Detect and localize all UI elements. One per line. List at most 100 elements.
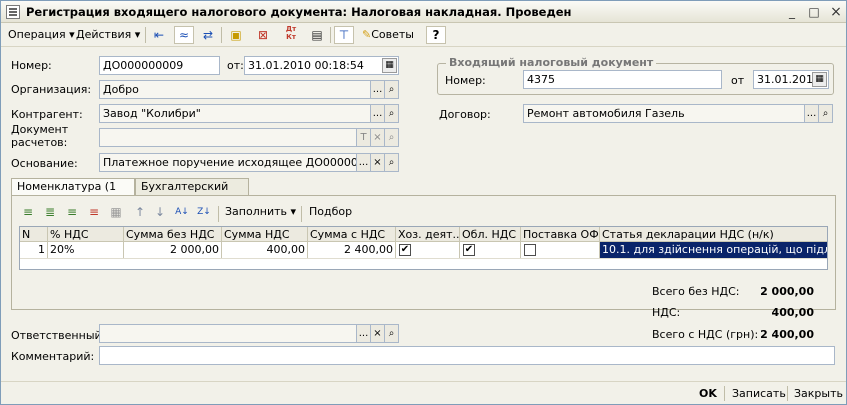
total-vat-label: НДС: [652, 306, 681, 319]
exchange-icon[interactable]: ⇄ [198, 25, 218, 45]
tips-label: Советы [371, 28, 414, 41]
column-header[interactable]: Статья декларации НДС (н/к) [600, 227, 827, 241]
contractor-field[interactable]: Завод "Колибри" [99, 104, 371, 123]
button-separator [787, 386, 788, 401]
tab-accounting[interactable]: Бухгалтерский учет [135, 178, 249, 209]
number-field[interactable]: ДО000000009 [99, 56, 220, 75]
search-icon[interactable]: ⌕ [384, 104, 399, 123]
total-with-vat-value: 2 400,00 [760, 328, 814, 341]
search-icon[interactable]: ⌕ [384, 324, 399, 343]
save-button[interactable]: Записать [728, 385, 790, 402]
delete-row-icon[interactable]: ≡ [84, 202, 104, 222]
sort-asc-icon[interactable]: A↓ [172, 202, 192, 222]
copy-row-icon[interactable]: ≣ [40, 202, 60, 222]
main-toolbar: Операция ▾ Действия ▾ ⇤ ≈ ⇄ ▣ ⊠ Дт Кт ▤ … [1, 23, 846, 47]
basis-field[interactable]: Платежное поручение исходящее ДО00000000… [99, 153, 357, 172]
column-header[interactable]: Сумма без НДС [124, 227, 222, 241]
actions-menu[interactable]: Действия ▾ [73, 25, 143, 45]
unpost-document-icon[interactable]: ⊠ [253, 25, 273, 45]
search-icon[interactable]: ⌕ [384, 80, 399, 99]
fill-menu[interactable]: Заполнить ▾ [222, 202, 299, 222]
column-header[interactable]: Сумма с НДС [308, 227, 396, 241]
edit-row-icon[interactable]: ≡ [62, 202, 82, 222]
incoming-date-label: от [731, 74, 745, 87]
column-header[interactable]: % НДС [48, 227, 124, 241]
maximize-button[interactable]: □ [806, 4, 822, 20]
tips-button[interactable]: ✎Советы [359, 25, 417, 45]
post-document-icon[interactable]: ▣ [226, 25, 246, 45]
move-up-icon[interactable]: ↑ [130, 202, 150, 222]
close-window-button[interactable]: × [828, 4, 844, 20]
vat-accounting-checkbox[interactable]: ✔ [463, 244, 475, 256]
column-header[interactable]: Хоз. деят... [396, 227, 460, 241]
dtkt-icon[interactable]: Дт Кт [281, 25, 301, 45]
toolbar-separator [218, 206, 219, 222]
cell-fixed-asset-supply[interactable] [521, 242, 600, 258]
column-header[interactable]: Обл. НДС [460, 227, 521, 241]
table-row[interactable]: 1 20% 2 000,00 400,00 2 400,00 ✔ ✔ 10.1.… [20, 242, 827, 259]
search-icon[interactable]: ⌕ [818, 104, 833, 123]
incoming-date-field[interactable]: 31.01.2010 ▦ [753, 70, 829, 89]
column-header[interactable]: Поставка ОФ [521, 227, 600, 241]
responsible-select-button[interactable]: ... [356, 324, 371, 343]
calendar-icon[interactable]: ▦ [812, 72, 827, 87]
contractor-label: Контрагент: [11, 108, 83, 121]
close-button[interactable]: Закрыть [790, 385, 847, 402]
incoming-number-label: Номер: [445, 74, 486, 87]
business-activity-checkbox[interactable]: ✔ [399, 244, 411, 256]
title-bar: Регистрация входящего налогового докумен… [1, 1, 846, 23]
comment-field[interactable] [99, 346, 835, 365]
organization-field[interactable]: Добро [99, 80, 371, 99]
back-arrow-icon[interactable]: ⇤ [149, 25, 169, 45]
cell-n[interactable]: 1 [20, 242, 48, 258]
hierarchy-icon[interactable]: ⊤ [334, 26, 354, 44]
clear-icon[interactable]: × [370, 128, 385, 147]
fill-menu-label: Заполнить [225, 205, 287, 218]
structure-icon[interactable]: ≈ [174, 26, 194, 44]
column-header[interactable]: N [20, 227, 48, 241]
date-field[interactable]: 31.01.2010 00:18:54 ▦ [244, 56, 399, 75]
sort-desc-icon[interactable]: Z↓ [194, 202, 214, 222]
date-value: 31.01.2010 00:18:54 [248, 59, 364, 72]
column-header[interactable]: Сумма НДС [222, 227, 308, 241]
cell-sum-with-vat[interactable]: 2 400,00 [308, 242, 396, 258]
toolbar-separator [301, 206, 302, 222]
search-icon[interactable]: ⌕ [384, 153, 399, 172]
cell-vat-accounting[interactable]: ✔ [460, 242, 521, 258]
help-icon[interactable]: ? [426, 26, 446, 44]
incoming-number-input[interactable]: 4375 [523, 70, 722, 89]
toolbar-separator [145, 27, 146, 43]
add-row-icon[interactable]: ≡ [18, 202, 38, 222]
clear-icon[interactable]: × [370, 153, 385, 172]
nomenclature-table[interactable]: N % НДС Сумма без НДС Сумма НДС Сумма с … [19, 226, 828, 270]
table-header: N % НДС Сумма без НДС Сумма НДС Сумма с … [20, 227, 827, 242]
tab-nomenclature[interactable]: Номенклатура (1 поз.) [11, 178, 135, 209]
move-down-icon[interactable]: ↓ [150, 202, 170, 222]
window-title: Регистрация входящего налогового докумен… [26, 5, 572, 19]
fixed-asset-supply-checkbox[interactable] [524, 244, 536, 256]
cell-business-activity[interactable]: ✔ [396, 242, 460, 258]
cell-vat-sum[interactable]: 400,00 [222, 242, 308, 258]
end-edit-icon[interactable]: ▦ [106, 202, 126, 222]
contract-field[interactable]: Ремонт автомобиля Газель [523, 104, 805, 123]
organization-select-button[interactable]: ... [370, 80, 385, 99]
document-icon [6, 5, 20, 19]
settlement-doc-field[interactable] [99, 128, 357, 147]
contract-select-button[interactable]: ... [804, 104, 819, 123]
contractor-select-button[interactable]: ... [370, 104, 385, 123]
minimize-button[interactable]: _ [784, 4, 800, 20]
type-select-icon[interactable]: T [356, 128, 371, 147]
calendar-icon[interactable]: ▦ [382, 58, 397, 73]
cell-vat-rate[interactable]: 20% [48, 242, 124, 258]
responsible-field[interactable] [99, 324, 371, 343]
ok-button[interactable]: OK [695, 385, 721, 402]
operation-menu[interactable]: Операция ▾ [5, 25, 78, 45]
clear-icon[interactable]: × [370, 324, 385, 343]
selection-button[interactable]: Подбор [306, 202, 355, 222]
cell-sum-without-vat[interactable]: 2 000,00 [124, 242, 222, 258]
print-form-icon[interactable]: ▤ [307, 25, 327, 45]
search-icon[interactable]: ⌕ [384, 128, 399, 147]
cell-declaration-item[interactable]: 10.1. для здійснення операцій, що підляг… [600, 242, 827, 258]
contract-label: Договор: [439, 108, 491, 121]
basis-select-button[interactable]: ... [356, 153, 371, 172]
